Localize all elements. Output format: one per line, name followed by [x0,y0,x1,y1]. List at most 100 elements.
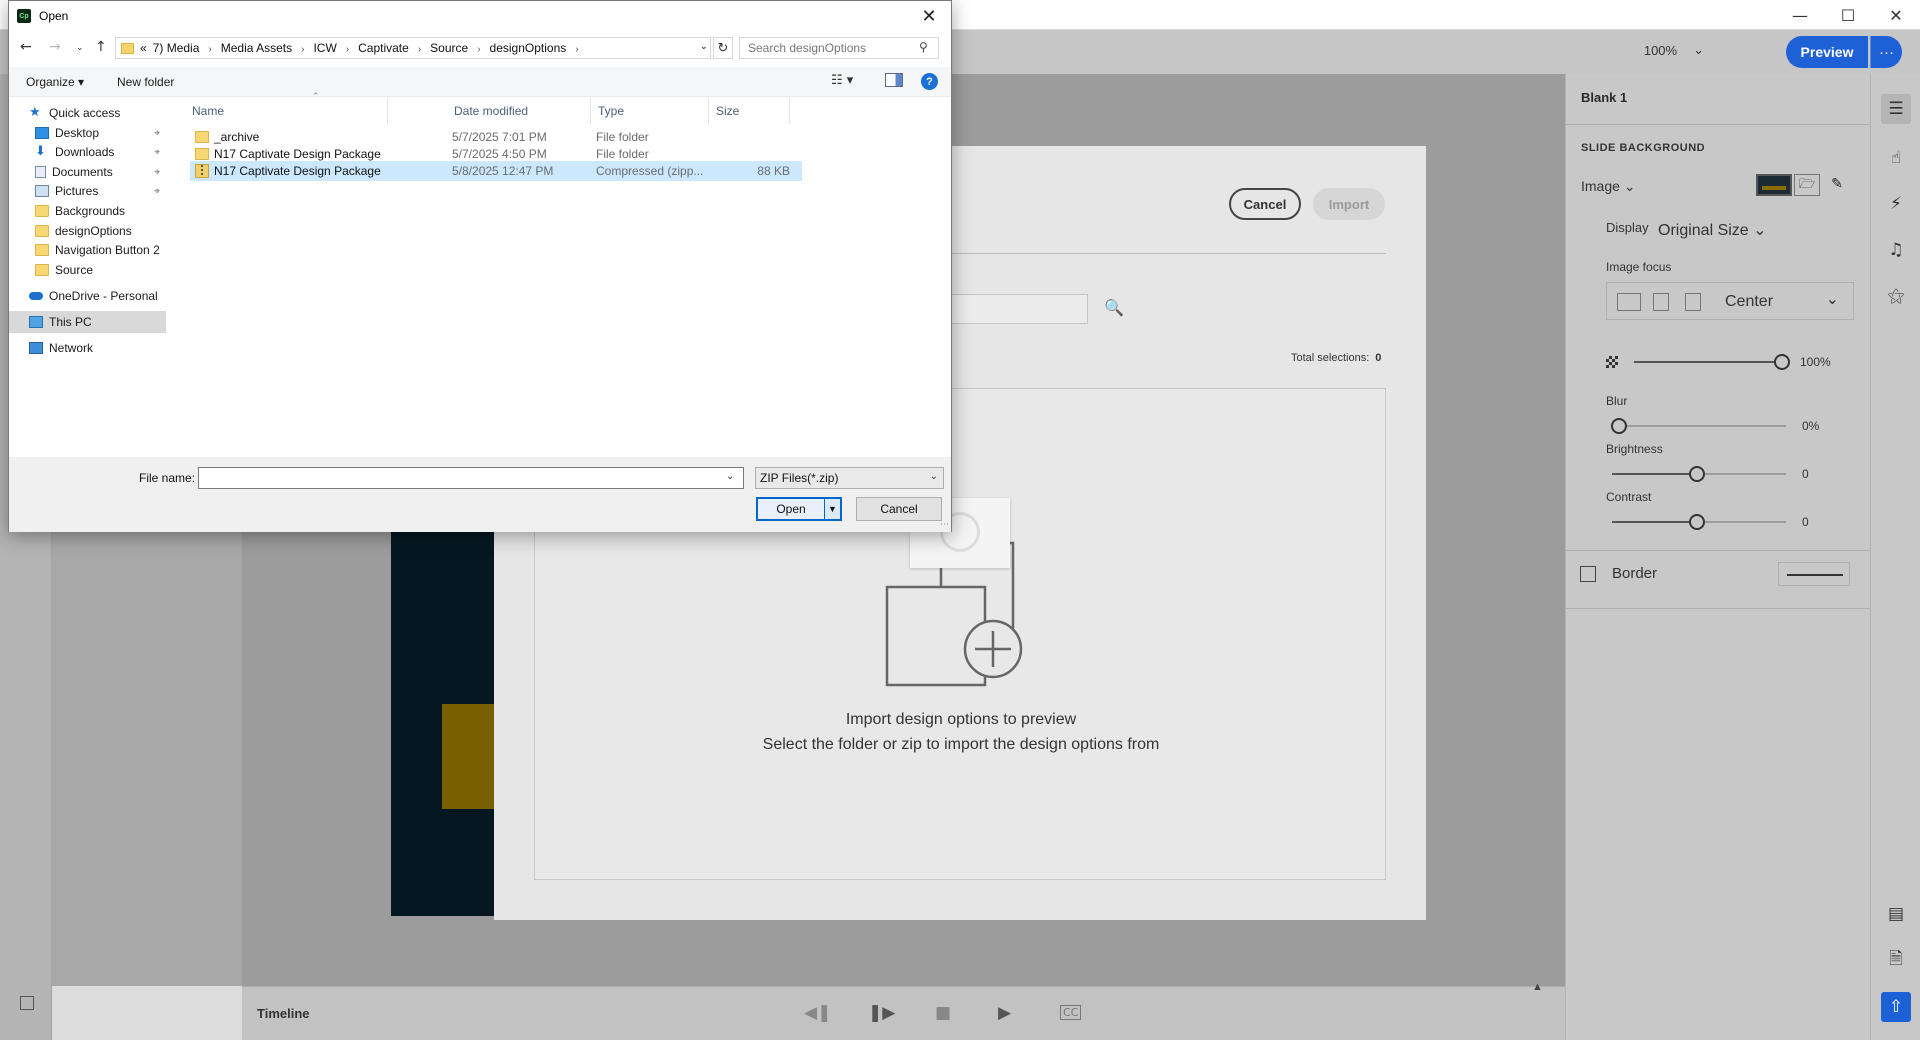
column-header-type[interactable]: Type [592,98,709,124]
display-value: Original Size [1658,222,1749,239]
breadcrumb-item[interactable]: ICW [313,41,336,55]
folder-browse-icon[interactable]: 🗁 [1794,174,1820,196]
nav-item[interactable]: ⬇ Downloads ⌖ [9,141,166,163]
breadcrumb-item[interactable]: designOptions [490,41,567,55]
chevron-down-icon[interactable]: ⌄ [1826,289,1839,309]
breadcrumb-overflow[interactable]: « [140,41,147,55]
back-arrow-icon[interactable]: ← [20,39,32,55]
background-type-select[interactable]: Image ⌄ [1581,178,1636,195]
recent-locations-chevron-icon[interactable]: ⌄ [76,43,84,53]
blur-slider-knob[interactable] [1611,418,1627,434]
nav-item[interactable]: OneDrive - Personal [9,285,166,307]
step-forward-icon[interactable]: ❚▶ [868,1003,895,1023]
column-header-date[interactable]: Date modified [448,98,591,124]
accessibility-icon[interactable]: ⚝ [1884,284,1908,308]
opacity-value[interactable]: 100% [1800,355,1831,369]
folder-search-icon[interactable]: 🔍 [1104,298,1128,320]
blur-value[interactable]: 0% [1802,419,1819,433]
search-input[interactable] [739,37,939,59]
interaction-touch-icon[interactable]: ☝ [1884,146,1908,170]
brightness-slider-knob[interactable] [1689,466,1705,482]
captions-icon[interactable]: CC [1060,1005,1082,1020]
address-bar[interactable]: « 7) Media › Media Assets › ICW › Captivate › Sou… [115,37,711,59]
opacity-slider-knob[interactable] [1774,354,1790,370]
preview-pane-icon[interactable] [885,73,903,87]
modal-import-button[interactable]: Import [1313,188,1385,220]
collapse-up-icon[interactable]: ▲ [1532,981,1543,993]
border-checkbox[interactable] [1580,566,1596,582]
properties-sliders-icon[interactable]: ☰ [1881,94,1911,124]
minimize-icon[interactable]: — [1776,0,1824,30]
stop-icon[interactable]: ■ [935,1003,951,1023]
help-icon[interactable]: ? [921,73,938,90]
breadcrumb-item[interactable]: 7) Media [153,41,200,55]
file-name-input[interactable] [198,467,744,489]
close-icon[interactable]: ✕ [1872,0,1920,30]
nav-item[interactable]: Navigation Button 2 [9,239,166,261]
file-row[interactable]: N17 Captivate Design Package 5/8/2025 12:… [190,161,802,181]
resize-grip-icon[interactable]: ⋯ [940,520,949,530]
change-view-icon[interactable]: ☷ ▾ [831,73,853,88]
breadcrumb-item[interactable]: Source [430,41,468,55]
panel-toggle-icon[interactable] [20,996,34,1010]
breadcrumb-separator-icon[interactable]: › [208,44,211,55]
more-options-button[interactable]: ··· [1870,36,1902,68]
play-icon[interactable]: ▶ [998,1003,1011,1023]
contrast-value[interactable]: 0 [1802,515,1809,529]
nav-item-label: Desktop [55,126,100,140]
maximize-icon[interactable]: ☐ [1824,0,1872,30]
forward-arrow-icon[interactable]: → [49,39,61,55]
open-options-dropdown-icon[interactable]: ▼ [824,499,840,519]
nav-item[interactable]: Pictures ⌖ [9,180,166,202]
slide-panel-icon[interactable]: ▤ [1884,902,1908,926]
focus-top-icon[interactable] [1617,293,1641,311]
nav-item[interactable]: Network [9,337,166,359]
background-thumbnail[interactable] [1756,174,1792,196]
modal-cancel-button[interactable]: Cancel [1229,188,1301,220]
brightness-value[interactable]: 0 [1802,467,1809,481]
focus-center-icon[interactable] [1653,293,1669,311]
breadcrumb-separator-icon[interactable]: › [477,44,480,55]
breadcrumb-separator-icon[interactable]: › [346,44,349,55]
nav-item[interactable]: Source [9,259,166,281]
audio-icon[interactable]: ♫ [1884,238,1908,262]
column-header-name[interactable]: Name [186,98,388,124]
animation-icon[interactable]: ⚡ [1884,192,1908,216]
document-icon[interactable]: 🗎 [1884,948,1908,972]
contrast-slider-track[interactable] [1612,521,1692,523]
opacity-slider-track[interactable] [1634,361,1780,363]
edit-pencil-icon[interactable]: ✎ [1824,174,1850,196]
cancel-button[interactable]: Cancel [856,497,942,521]
up-arrow-icon[interactable]: ↑ [95,39,107,55]
nav-item[interactable]: This PC [9,311,166,333]
breadcrumb-separator-icon[interactable]: › [418,44,421,55]
breadcrumb-item[interactable]: Media Assets [221,41,292,55]
open-button[interactable]: Open ▼ [756,497,842,521]
chevron-down-icon[interactable]: ⌄ [726,471,734,482]
rewind-icon[interactable]: ◀❚ [804,1003,831,1023]
breadcrumb-separator-icon[interactable]: › [575,44,578,55]
share-export-icon[interactable]: ⇧ [1881,992,1911,1022]
organize-button[interactable]: Organize ▾ [26,75,84,89]
new-folder-button[interactable]: New folder [117,75,174,89]
display-select[interactable]: Original Size ⌄ [1658,220,1767,240]
column-header-size[interactable]: Size [710,98,790,124]
refresh-icon[interactable]: ↻ [713,37,733,59]
file-type-select[interactable]: ZIP Files(*.zip) ⌄ [755,467,944,489]
nav-item[interactable]: Backgrounds [9,200,166,222]
folder-icon [35,264,49,276]
chevron-down-icon: ⌄ [1693,42,1704,57]
blur-slider-track[interactable] [1626,425,1786,427]
nav-item[interactable]: ★ Quick access [9,102,166,124]
zoom-select[interactable]: 100% ⌄ [1644,42,1704,58]
border-style-select[interactable] [1778,562,1850,586]
preview-button[interactable]: Preview [1786,36,1868,68]
chevron-down-icon[interactable]: ⌄ [700,41,708,52]
brightness-slider-track[interactable] [1612,473,1692,475]
breadcrumb-item[interactable]: Captivate [358,41,409,55]
focus-value[interactable]: Center [1725,293,1773,311]
dialog-close-icon[interactable]: ✕ [907,1,951,31]
contrast-slider-knob[interactable] [1689,514,1705,530]
breadcrumb-separator-icon[interactable]: › [301,44,304,55]
focus-bottom-icon[interactable] [1685,293,1701,311]
